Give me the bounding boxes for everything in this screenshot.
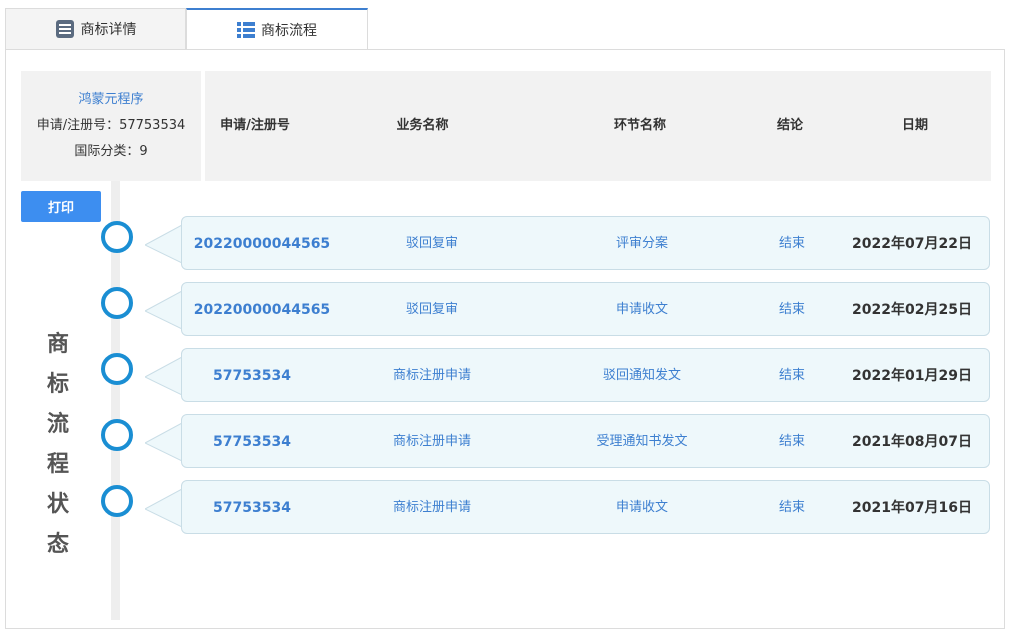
column-header-result: 结论 [776, 118, 803, 133]
record-date: 2022年07月22日 [852, 236, 972, 252]
trademark-name: 鸿蒙元程序 [78, 92, 144, 107]
pointer-icon [145, 423, 183, 462]
record-date: 2022年01月29日 [852, 368, 972, 384]
record-stage: 评审分案 [615, 236, 668, 251]
flow-record-card[interactable]: 20220000044565 驳回复审 评审分案 结束 2022年07月22日 [181, 216, 990, 270]
table-header: 申请/注册号 业务名称 环节名称 结论 日期 [205, 71, 991, 181]
tab-trademark-details[interactable]: 商标详情 [5, 8, 186, 49]
timeline-node-icon [101, 419, 133, 451]
record-business: 驳回复审 [405, 302, 458, 317]
record-number: 20220000044565 [193, 236, 331, 252]
list-icon [237, 22, 255, 38]
record-number: 20220000044565 [193, 302, 331, 318]
record-number: 57753534 [213, 434, 291, 450]
record-stage: 驳回通知发文 [602, 368, 681, 383]
pointer-icon [145, 489, 183, 528]
trademark-info-box: 鸿蒙元程序 申请/注册号：57753534 国际分类：9 [21, 71, 201, 181]
timeline-row: 57753534 商标注册申请 申请收文 结束 2021年07月16日 [0, 480, 1020, 536]
registration-number: 申请/注册号：57753534 [36, 118, 186, 133]
record-date: 2021年08月07日 [852, 434, 972, 450]
tab-label: 商标流程 [261, 23, 317, 39]
record-business: 商标注册申请 [392, 434, 471, 449]
record-stage: 申请收文 [615, 302, 668, 317]
pointer-icon [145, 291, 183, 330]
record-date: 2022年02月25日 [852, 302, 972, 318]
record-stage: 受理通知书发文 [596, 434, 688, 449]
tab-trademark-flow[interactable]: 商标流程 [186, 8, 368, 50]
record-result: 结束 [778, 434, 805, 449]
record-business: 驳回复审 [405, 236, 458, 251]
flow-record-card[interactable]: 57753534 商标注册申请 受理通知书发文 结束 2021年08月07日 [181, 414, 990, 468]
flow-record-card[interactable]: 57753534 商标注册申请 申请收文 结束 2021年07月16日 [181, 480, 990, 534]
timeline-row: 20220000044565 驳回复审 申请收文 结束 2022年02月25日 [0, 282, 1020, 338]
column-header-number: 申请/注册号 [220, 118, 290, 133]
timeline-row: 20220000044565 驳回复审 评审分案 结束 2022年07月22日 [0, 216, 1020, 272]
timeline-node-icon [101, 287, 133, 319]
tab-bar: 商标详情 商标流程 [5, 8, 1007, 50]
record-business: 商标注册申请 [392, 500, 471, 515]
record-result: 结束 [778, 302, 805, 317]
column-header-date: 日期 [901, 118, 928, 133]
record-stage: 申请收文 [615, 500, 668, 515]
record-number: 57753534 [213, 500, 291, 516]
record-result: 结束 [778, 500, 805, 515]
column-header-stage: 环节名称 [613, 118, 666, 133]
record-business: 商标注册申请 [392, 368, 471, 383]
flow-record-card[interactable]: 57753534 商标注册申请 驳回通知发文 结束 2022年01月29日 [181, 348, 990, 402]
column-header-business: 业务名称 [396, 118, 449, 133]
pointer-icon [145, 357, 183, 396]
timeline-node-icon [101, 353, 133, 385]
international-class: 国际分类：9 [74, 144, 148, 159]
flow-record-card[interactable]: 20220000044565 驳回复审 申请收文 结束 2022年02月25日 [181, 282, 990, 336]
document-list-icon [55, 20, 74, 38]
timeline-node-icon [101, 485, 133, 517]
record-result: 结束 [778, 368, 805, 383]
timeline-row: 57753534 商标注册申请 受理通知书发文 结束 2021年08月07日 [0, 414, 1020, 470]
timeline-node-icon [101, 221, 133, 253]
record-result: 结束 [778, 236, 805, 251]
pointer-icon [145, 225, 183, 264]
record-number: 57753534 [213, 368, 291, 384]
tab-label: 商标详情 [80, 22, 137, 38]
record-date: 2021年07月16日 [852, 500, 972, 516]
timeline-row: 57753534 商标注册申请 驳回通知发文 结束 2022年01月29日 [0, 348, 1020, 404]
